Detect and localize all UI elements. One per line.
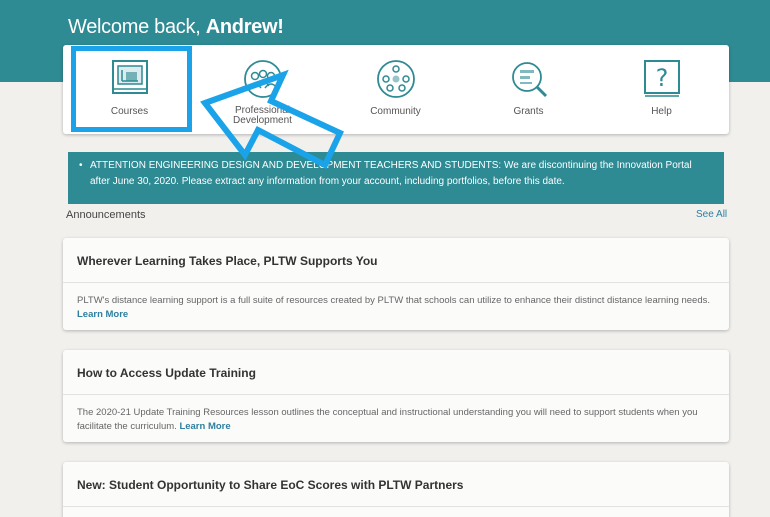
- grants-icon: [511, 62, 547, 98]
- divider: [63, 394, 729, 395]
- user-name: Andrew!: [205, 16, 284, 38]
- help-icon: ?: [643, 60, 680, 97]
- nav-label-line2: Development: [233, 115, 292, 126]
- courses-icon: [111, 60, 148, 94]
- professional-development-icon: [243, 60, 282, 98]
- nav-label-help: Help: [651, 106, 672, 117]
- svg-text:?: ?: [655, 64, 668, 92]
- announcement-card: Wherever Learning Takes Place, PLTW Supp…: [63, 238, 729, 330]
- nav-item-courses[interactable]: Courses: [63, 45, 196, 134]
- nav-item-help[interactable]: ? Help: [595, 45, 728, 134]
- welcome-prefix: Welcome back,: [68, 16, 206, 38]
- divider: [63, 506, 729, 507]
- announcement-card: How to Access Update Training The 2020-2…: [63, 350, 729, 442]
- announcements-heading: Announcements: [66, 209, 146, 221]
- announcement-body: The 2020-21 Update Training Resources le…: [77, 406, 715, 434]
- nav-item-community[interactable]: Community: [329, 45, 462, 134]
- announcement-body: PLTW's distance learning support is a fu…: [77, 294, 715, 322]
- announcement-card: New: Student Opportunity to Share EoC Sc…: [63, 462, 729, 517]
- alert-text: ATTENTION ENGINEERING DESIGN AND DEVELOP…: [90, 160, 692, 187]
- announcement-text: The 2020-21 Update Training Resources le…: [77, 407, 698, 432]
- bullet-icon: •: [79, 160, 83, 171]
- welcome-heading: Welcome back, Andrew!: [68, 16, 284, 39]
- nav-item-grants[interactable]: Grants: [462, 45, 595, 134]
- announcement-title[interactable]: How to Access Update Training: [77, 366, 256, 380]
- announcement-text: PLTW's distance learning support is a fu…: [77, 295, 711, 306]
- nav-label-courses: Courses: [110, 106, 149, 117]
- community-icon: [376, 60, 415, 98]
- announcement-title[interactable]: Wherever Learning Takes Place, PLTW Supp…: [77, 254, 378, 268]
- see-all-link[interactable]: See All: [696, 209, 727, 220]
- nav-label-professional-development: Professional Development: [196, 106, 329, 126]
- nav-label-community: Community: [370, 106, 421, 117]
- learn-more-link[interactable]: Learn More: [77, 309, 128, 320]
- nav-label-grants: Grants: [513, 106, 544, 117]
- nav-item-professional-development[interactable]: Professional Development: [196, 45, 329, 134]
- learn-more-link[interactable]: Learn More: [179, 421, 230, 432]
- attention-alert: • ATTENTION ENGINEERING DESIGN AND DEVEL…: [68, 152, 724, 204]
- announcement-title[interactable]: New: Student Opportunity to Share EoC Sc…: [77, 478, 463, 492]
- quick-nav-card: Courses Professional Development Communi…: [63, 45, 729, 134]
- divider: [63, 282, 729, 283]
